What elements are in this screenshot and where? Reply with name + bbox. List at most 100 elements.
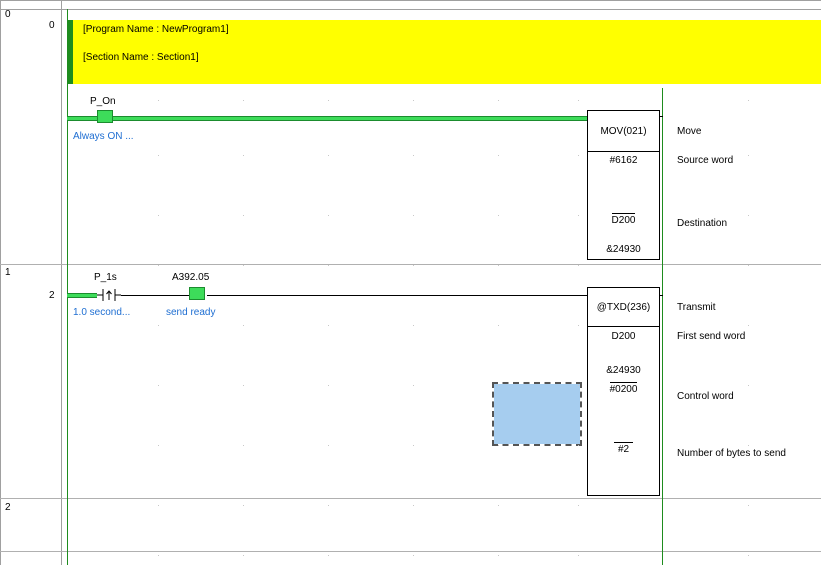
step-number-0: 0 [49, 20, 55, 31]
operand-description: Control word [677, 391, 734, 402]
grid-dot [158, 555, 159, 556]
grid-dot [748, 265, 749, 266]
grid-dot [578, 215, 579, 216]
contact-comment: send ready [166, 307, 216, 318]
contact-name: P_On [90, 96, 116, 107]
grid-dot [328, 265, 329, 266]
instruction-mnemonic: @TXD(236) [596, 302, 651, 313]
rung1-wire [121, 295, 189, 296]
rung0-wire [67, 116, 587, 121]
contact-p-on[interactable] [97, 110, 113, 123]
grid-dot [413, 215, 414, 216]
program-name-comment: [Program Name : NewProgram1] [83, 24, 229, 35]
contact-comment: 1.0 second... [73, 307, 131, 318]
rising-edge-contact-icon [97, 289, 121, 301]
grid-dot [578, 385, 579, 386]
grid-dot [243, 555, 244, 556]
contact-p-1s[interactable] [97, 288, 121, 302]
grid-dot [498, 325, 499, 326]
grid-dot [413, 100, 414, 101]
grid-dot [328, 505, 329, 506]
grid-dot [328, 385, 329, 386]
operand-description: Number of bytes to send [677, 448, 786, 459]
operand-byte-count: #2 [589, 442, 658, 455]
grid-dot [413, 385, 414, 386]
operand-value: &24930 [606, 365, 641, 376]
grid-dot [578, 325, 579, 326]
grid-dot [578, 155, 579, 156]
operand-value: &24930 [606, 244, 641, 255]
instruction-description: Transmit [677, 302, 716, 313]
grid-dot [578, 555, 579, 556]
grid-dot [413, 555, 414, 556]
rung-number-0: 0 [5, 9, 11, 20]
operand-description: Destination [677, 218, 728, 229]
operand-description: First send word [677, 331, 746, 342]
grid-dot [243, 385, 244, 386]
grid-dot [328, 155, 329, 156]
contact-comment: Always ON ... [73, 131, 134, 142]
grid-dot [413, 445, 414, 446]
grid-dot [578, 100, 579, 101]
grid-dot [748, 445, 749, 446]
section-name-comment: [Section Name : Section1] [83, 52, 199, 63]
contact-name: A392.05 [172, 272, 210, 283]
grid-dot [328, 445, 329, 446]
rung1-energized-wire [67, 293, 97, 298]
operand-description: Source word [677, 155, 734, 166]
grid-dot [748, 385, 749, 386]
grid-dot [498, 385, 499, 386]
grid-dot [243, 325, 244, 326]
grid-dot [158, 445, 159, 446]
grid-dot [243, 265, 244, 266]
grid-dot [748, 155, 749, 156]
instruction-description: Move [677, 126, 702, 137]
instruction-mnemonic: MOV(021) [600, 126, 647, 137]
grid-dot [748, 555, 749, 556]
grid-dot [498, 100, 499, 101]
operand-source: #6162 [609, 155, 638, 166]
grid-dot [578, 265, 579, 266]
grid-dot [748, 505, 749, 506]
grid-dot [328, 555, 329, 556]
grid-dot [578, 445, 579, 446]
operand-destination: D200 [611, 213, 636, 226]
grid-dot [328, 325, 329, 326]
operand-control-word: #0200 [609, 382, 638, 395]
grid-dot [748, 100, 749, 101]
grid-dot [243, 445, 244, 446]
contact-a392-05[interactable] [189, 287, 205, 300]
grid-dot [413, 155, 414, 156]
grid-dot [498, 555, 499, 556]
grid-dot [498, 445, 499, 446]
cell-selection-cursor[interactable] [492, 382, 582, 446]
left-power-rail [67, 9, 68, 565]
grid-dot [158, 505, 159, 506]
rung-number-1: 1 [5, 267, 11, 278]
grid-dot [498, 155, 499, 156]
contact-name: P_1s [94, 272, 117, 283]
grid-dot [413, 505, 414, 506]
grid-dot [243, 100, 244, 101]
grid-dot [158, 155, 159, 156]
grid-dot [158, 100, 159, 101]
right-power-rail [662, 88, 663, 565]
grid-dot [243, 215, 244, 216]
grid-dot [243, 155, 244, 156]
step-number-1: 2 [49, 290, 55, 301]
grid-dot [413, 325, 414, 326]
grid-dot [578, 505, 579, 506]
grid-dot [498, 505, 499, 506]
grid-dot [498, 215, 499, 216]
grid-dot [158, 215, 159, 216]
grid-dot [498, 265, 499, 266]
rung1-wire [207, 295, 587, 296]
grid-dot [328, 215, 329, 216]
grid-dot [748, 325, 749, 326]
grid-dot [158, 325, 159, 326]
grid-dot [158, 265, 159, 266]
rung-number-2: 2 [5, 502, 11, 513]
grid-dot [413, 265, 414, 266]
grid-dot [158, 385, 159, 386]
grid-dot [243, 505, 244, 506]
